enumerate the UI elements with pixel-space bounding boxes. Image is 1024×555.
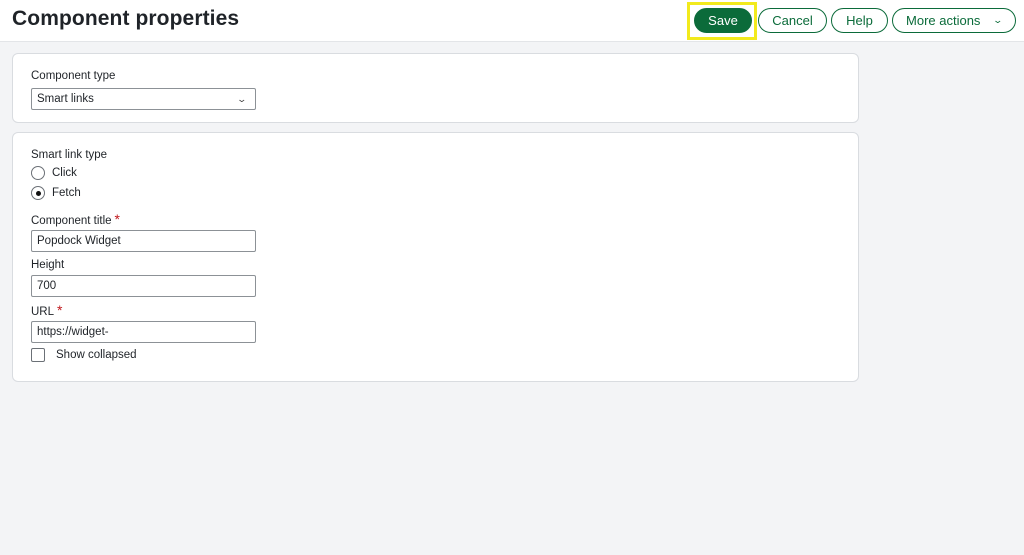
radio-fetch-control[interactable]	[31, 186, 45, 200]
cancel-button[interactable]: Cancel	[758, 8, 827, 33]
url-input[interactable]: https://widget-	[31, 321, 256, 343]
component-title-input[interactable]: Popdock Widget	[31, 230, 256, 252]
smart-link-card: Smart link type Click Fetch Component ti…	[12, 132, 859, 382]
height-label: Height	[31, 259, 65, 271]
show-collapsed-label: Show collapsed	[56, 349, 137, 361]
url-value: https://widget-	[37, 326, 109, 338]
required-marker: *	[57, 302, 63, 318]
radio-fetch[interactable]: Fetch	[31, 186, 81, 200]
radio-click[interactable]: Click	[31, 166, 77, 180]
component-title-value: Popdock Widget	[37, 235, 121, 247]
url-label: URL *	[31, 302, 62, 318]
show-collapsed-checkbox[interactable]	[31, 348, 45, 362]
save-button[interactable]: Save	[694, 8, 752, 33]
chevron-down-icon: ⌄	[236, 93, 248, 104]
component-type-label: Component type	[31, 70, 116, 82]
show-collapsed-option[interactable]: Show collapsed	[31, 348, 137, 362]
required-marker: *	[114, 211, 120, 227]
height-input[interactable]: 700	[31, 275, 256, 297]
help-button[interactable]: Help	[831, 8, 888, 33]
url-label-text: URL	[31, 306, 55, 318]
component-type-card: Component type Smart links ⌄	[12, 53, 859, 123]
component-type-select[interactable]: Smart links ⌄	[31, 88, 256, 110]
page-header: Component properties Save Cancel Help Mo…	[0, 0, 1024, 42]
save-button-label: Save	[708, 13, 738, 28]
component-type-value: Smart links	[37, 93, 94, 105]
component-title-label-text: Component title	[31, 215, 112, 227]
more-actions-label: More actions	[906, 13, 981, 28]
radio-fetch-label: Fetch	[52, 187, 81, 199]
radio-click-control[interactable]	[31, 166, 45, 180]
cancel-button-label: Cancel	[772, 13, 813, 28]
component-title-label: Component title *	[31, 211, 120, 227]
more-actions-button[interactable]: More actions ⌄	[892, 8, 1016, 33]
chevron-down-icon: ⌄	[992, 15, 1004, 25]
smart-link-type-label: Smart link type	[31, 149, 108, 161]
radio-click-label: Click	[52, 167, 77, 179]
height-value: 700	[37, 280, 57, 292]
page-title: Component properties	[12, 7, 240, 30]
help-button-label: Help	[846, 13, 873, 28]
